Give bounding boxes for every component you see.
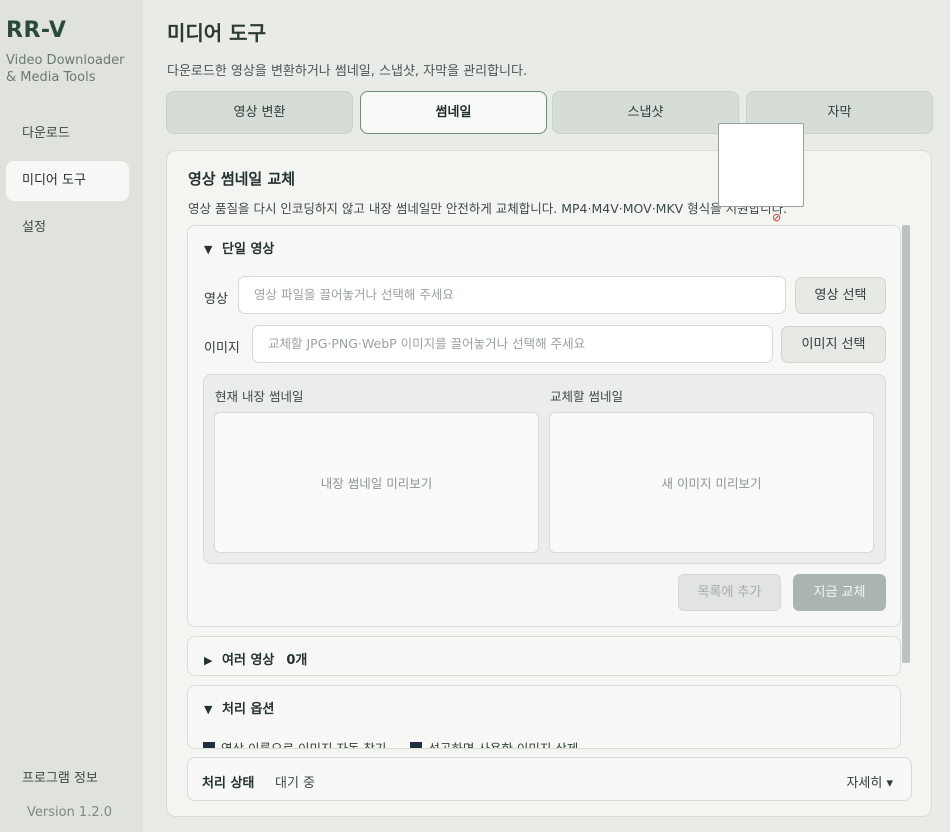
new-thumbnail-label: 교체할 썸네일 xyxy=(550,389,623,404)
new-preview-text: 새 이미지 미리보기 xyxy=(661,476,762,491)
status-detail-toggle[interactable]: 자세히 ▾ xyxy=(846,772,893,791)
app-subtitle-line1: Video Downloader xyxy=(6,53,125,68)
page-title: 미디어 도구 xyxy=(167,21,266,45)
checkbox-checked-icon xyxy=(203,742,215,748)
multi-video-title: 여러 영상 xyxy=(222,653,275,668)
panel-description: 영상 품질을 다시 인코딩하지 않고 내장 썸네일만 안전하게 교체합니다. M… xyxy=(188,201,788,216)
select-video-button[interactable]: 영상 선택 xyxy=(795,277,886,314)
sidebar-item-settings[interactable]: 설정 xyxy=(6,208,129,248)
options-section: ▼ 처리 옵션 영상 이름으로 이미지 자동 찾기 성공하면 사용한 이미지 삭제 xyxy=(187,685,901,749)
single-video-title: 단일 영상 xyxy=(222,242,275,257)
current-preview-text: 내장 썸네일 미리보기 xyxy=(320,476,433,491)
auto-find-label: 영상 이름으로 이미지 자동 찾기 xyxy=(221,741,387,749)
no-drop-cursor-icon: ⊘ xyxy=(772,211,782,224)
version-label: Version 1.2.0 xyxy=(27,805,113,820)
tool-tabs: 영상 변환 썸네일 스냅샷 자막 xyxy=(166,91,933,134)
panel-title: 영상 썸네일 교체 xyxy=(188,170,296,188)
add-to-list-button[interactable]: 목록에 추가 xyxy=(678,574,781,611)
multi-video-count: 0개 xyxy=(286,653,308,668)
single-video-section: ▼ 단일 영상 영상 영상 파일을 끌어놓거나 선택해 주세요 영상 선택 이미지… xyxy=(187,225,901,627)
tab-snapshot[interactable]: 스냅샷 xyxy=(552,91,739,134)
video-label: 영상 xyxy=(204,292,228,307)
video-input[interactable]: 영상 파일을 끌어놓거나 선택해 주세요 xyxy=(238,276,786,314)
options-title: 처리 옵션 xyxy=(222,702,275,717)
drag-preview-image xyxy=(718,123,804,207)
options-header[interactable]: ▼ 처리 옵션 xyxy=(204,698,274,717)
new-thumbnail-preview[interactable]: 새 이미지 미리보기 xyxy=(549,412,874,553)
current-thumbnail-preview: 내장 썸네일 미리보기 xyxy=(214,412,539,553)
app-subtitle: Video Downloader & Media Tools xyxy=(6,52,125,86)
multi-video-header[interactable]: ▶ 여러 영상 0개 xyxy=(204,649,307,668)
select-image-button[interactable]: 이미지 선택 xyxy=(781,326,886,363)
options-row: 영상 이름으로 이미지 자동 찾기 성공하면 사용한 이미지 삭제 xyxy=(203,738,579,749)
page-description: 다운로드한 영상을 변환하거나 썸네일, 스냅샷, 자막을 관리합니다. xyxy=(167,64,528,79)
status-value: 대기 중 xyxy=(275,776,316,791)
tab-convert[interactable]: 영상 변환 xyxy=(166,91,353,134)
checkbox-checked-icon xyxy=(410,742,423,748)
thumbnail-panel: 영상 썸네일 교체 영상 품질을 다시 인코딩하지 않고 내장 썸네일만 안전하… xyxy=(166,150,932,817)
single-video-header[interactable]: ▼ 단일 영상 xyxy=(204,238,274,257)
status-bar: 처리 상태 대기 중 자세히 ▾ xyxy=(187,757,912,801)
delete-image-label: 성공하면 사용한 이미지 삭제 xyxy=(428,741,579,749)
sidebar: RR-V Video Downloader & Media Tools 다운로드… xyxy=(0,0,143,832)
app-brand: RR-V xyxy=(6,18,67,43)
current-thumbnail-label: 현재 내장 썸네일 xyxy=(215,389,304,404)
app-subtitle-line2: & Media Tools xyxy=(6,70,96,85)
replace-now-button[interactable]: 지금 교체 xyxy=(793,574,886,611)
expanded-arrow-icon: ▼ xyxy=(204,243,213,256)
program-info-link[interactable]: 프로그램 정보 xyxy=(22,767,98,786)
panel-scrollbar[interactable] xyxy=(902,225,910,663)
sidebar-item-download[interactable]: 다운로드 xyxy=(6,114,129,154)
image-label: 이미지 xyxy=(204,341,240,356)
status-label: 처리 상태 xyxy=(202,776,255,791)
tab-thumbnail[interactable]: 썸네일 xyxy=(360,91,547,134)
multi-video-section[interactable]: ▶ 여러 영상 0개 xyxy=(187,636,901,676)
expanded-arrow-icon: ▼ xyxy=(204,703,213,716)
delete-image-option[interactable]: 성공하면 사용한 이미지 삭제 xyxy=(410,741,579,749)
thumbnail-compare: 현재 내장 썸네일 교체할 썸네일 내장 썸네일 미리보기 새 이미지 미리보기 xyxy=(203,374,886,564)
auto-find-option[interactable]: 영상 이름으로 이미지 자동 찾기 xyxy=(203,741,387,749)
image-input[interactable]: 교체할 JPG·PNG·WebP 이미지를 끌어놓거나 선택해 주세요 xyxy=(252,325,773,363)
sidebar-item-media-tools[interactable]: 미디어 도구 xyxy=(6,161,129,201)
collapsed-arrow-icon: ▶ xyxy=(204,654,213,667)
